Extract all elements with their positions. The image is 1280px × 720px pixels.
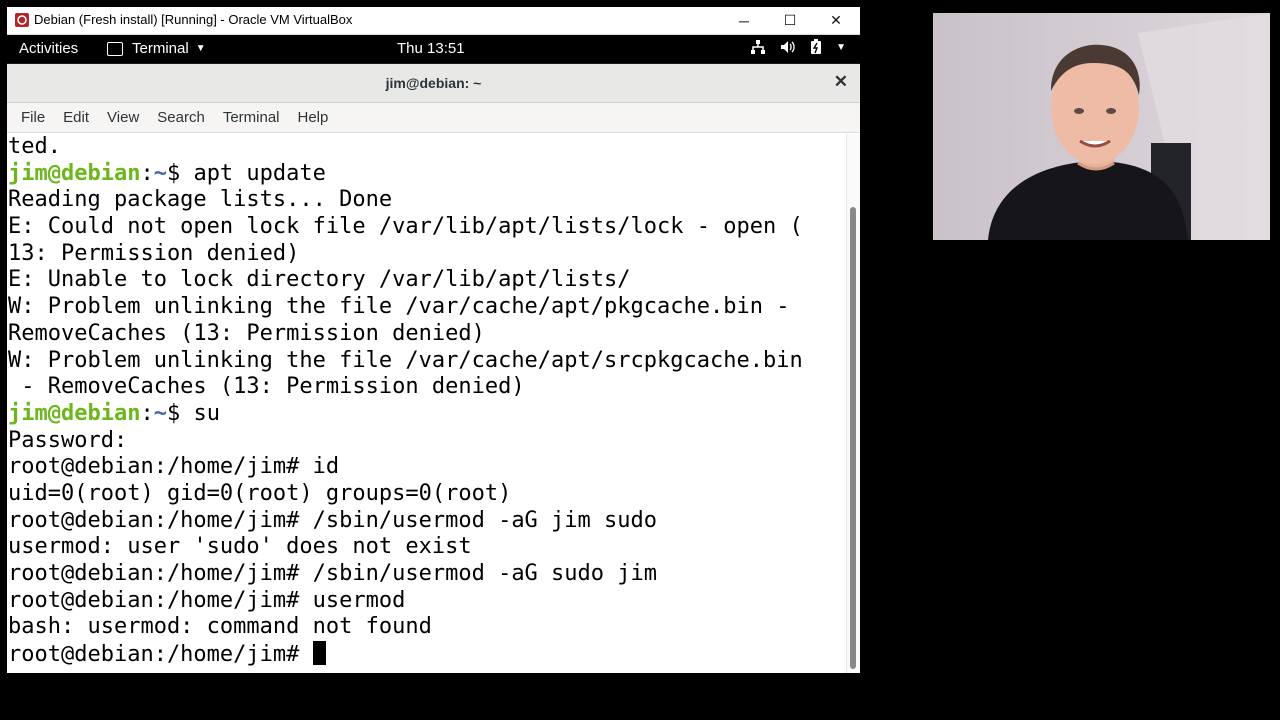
network-icon — [751, 40, 766, 54]
output-text: Password: — [8, 427, 128, 453]
terminal-line: W: Problem unlinking the file /var/cache… — [8, 348, 803, 375]
output-text: root@debian:/home/jim# id — [8, 454, 340, 480]
terminal-line: Password: — [8, 428, 803, 455]
output-text: Reading package lists... Done — [8, 187, 393, 213]
prompt-command: $ su — [166, 400, 220, 426]
output-text: root@debian:/home/jim# usermod — [8, 587, 406, 613]
prompt-separator: : — [140, 400, 154, 426]
terminal-line: root@debian:/home/jim# /sbin/usermod -aG… — [8, 561, 803, 588]
terminal-scrollbar[interactable] — [846, 134, 860, 673]
app-menu-button[interactable]: Terminal ▼ — [107, 40, 206, 57]
minimize-button[interactable]: ─ — [721, 7, 767, 34]
webcam-overlay — [933, 13, 1270, 240]
gnome-top-bar: Activities Terminal ▼ Thu 13:51 ▼ — [7, 35, 860, 63]
battery-icon — [811, 39, 822, 54]
output-text: W: Problem unlinking the file /var/cache… — [8, 347, 803, 373]
menu-search[interactable]: Search — [151, 109, 213, 126]
maximize-icon: ☐ — [783, 12, 797, 28]
terminal-close-icon[interactable]: ✕ — [834, 72, 848, 92]
terminal-line: W: Problem unlinking the file /var/cache… — [8, 294, 803, 321]
active-prompt: root@debian:/home/jim# — [8, 642, 313, 668]
output-text: - RemoveCaches (13: Permission denied) — [8, 374, 525, 400]
output-text: ted. — [8, 134, 61, 159]
terminal-icon — [107, 41, 123, 56]
menu-view[interactable]: View — [101, 109, 147, 126]
minimize-icon: ─ — [739, 12, 749, 29]
caret-down-icon: ▼ — [195, 43, 206, 54]
prompt-separator: : — [140, 160, 154, 186]
terminal-line: root@debian:/home/jim# id — [8, 454, 803, 481]
activities-button[interactable]: Activities — [19, 40, 78, 57]
terminal-menubar: File Edit View Search Terminal Help — [7, 103, 860, 133]
terminal-line: 13: Permission denied) — [8, 241, 803, 268]
terminal-line: Reading package lists... Done — [8, 187, 803, 214]
terminal-output[interactable]: ted. jim@debian:~$ apt update Reading pack… — [7, 134, 847, 673]
prompt-user: jim@debian — [8, 160, 141, 186]
terminal-line: root@debian:/home/jim# — [8, 641, 803, 668]
terminal-line: - RemoveCaches (13: Permission denied) — [8, 374, 803, 401]
output-text: W: Problem unlinking the file /var/cache… — [8, 294, 790, 320]
terminal-lines: ted. jim@debian:~$ apt update Reading pack… — [8, 134, 803, 668]
scrollbar-thumb[interactable] — [850, 207, 856, 669]
output-text: root@debian:/home/jim# /sbin/usermod -aG… — [8, 561, 658, 586]
menu-edit[interactable]: Edit — [57, 109, 97, 126]
virtualbox-window: Debian (Fresh install) [Running] - Oracl… — [7, 7, 860, 673]
output-text: E: Unable to lock directory /var/lib/apt… — [8, 267, 631, 293]
terminal-line: root@debian:/home/jim# usermod — [8, 588, 803, 615]
terminal-line: uid=0(root) gid=0(root) groups=0(root) — [8, 481, 803, 508]
prompt-path: ~ — [153, 400, 167, 426]
output-text: root@debian:/home/jim# /sbin/usermod -aG… — [8, 507, 658, 533]
system-status-area[interactable]: ▼ — [750, 39, 846, 55]
prompt-command: $ apt update — [166, 160, 326, 186]
maximize-button[interactable]: ☐ — [767, 7, 813, 34]
window-title: Debian (Fresh install) [Running] - Oracl… — [34, 12, 353, 27]
virtualbox-icon — [15, 13, 29, 27]
terminal-line: usermod: user 'sudo' does not exist — [8, 534, 803, 561]
terminal-line: jim@debian:~$ su — [8, 401, 803, 428]
presenter-video-image — [933, 13, 1270, 240]
terminal-line: E: Could not open lock file /var/lib/apt… — [8, 214, 803, 241]
terminal-title: jim@debian: ~ — [385, 75, 482, 91]
terminal-line: root@debian:/home/jim# /sbin/usermod -aG… — [8, 508, 803, 535]
terminal-line: E: Unable to lock directory /var/lib/apt… — [8, 267, 803, 294]
terminal-header: jim@debian: ~ ✕ — [7, 64, 860, 103]
close-icon: ✕ — [830, 12, 842, 28]
terminal-window: jim@debian: ~ ✕ File Edit View Search Te… — [7, 64, 860, 673]
output-text: usermod: user 'sudo' does not exist — [8, 534, 472, 560]
output-text: bash: usermod: command not found — [8, 614, 432, 640]
virtualbox-titlebar: Debian (Fresh install) [Running] - Oracl… — [7, 7, 860, 35]
menu-terminal[interactable]: Terminal — [217, 109, 288, 126]
system-menu-caret-icon: ▼ — [836, 41, 846, 53]
output-text: 13: Permission denied) — [8, 240, 300, 266]
terminal-line: RemoveCaches (13: Permission denied) — [8, 321, 803, 348]
output-text: RemoveCaches (13: Permission denied) — [8, 320, 485, 346]
prompt-user: jim@debian — [8, 400, 141, 426]
menu-file[interactable]: File — [15, 109, 53, 126]
prompt-path: ~ — [153, 160, 167, 186]
volume-icon — [781, 41, 795, 53]
terminal-line: jim@debian:~$ apt update — [8, 161, 803, 188]
menu-help[interactable]: Help — [292, 109, 337, 126]
close-button[interactable]: ✕ — [813, 7, 859, 34]
text-cursor — [312, 641, 326, 666]
output-text: uid=0(root) gid=0(root) groups=0(root) — [8, 480, 512, 506]
clock[interactable]: Thu 13:51 — [397, 40, 465, 57]
app-menu-label: Terminal — [132, 40, 189, 57]
terminal-line: bash: usermod: command not found — [8, 614, 803, 641]
output-text: E: Could not open lock file /var/lib/apt… — [8, 214, 803, 240]
terminal-line: ted. — [8, 134, 803, 161]
